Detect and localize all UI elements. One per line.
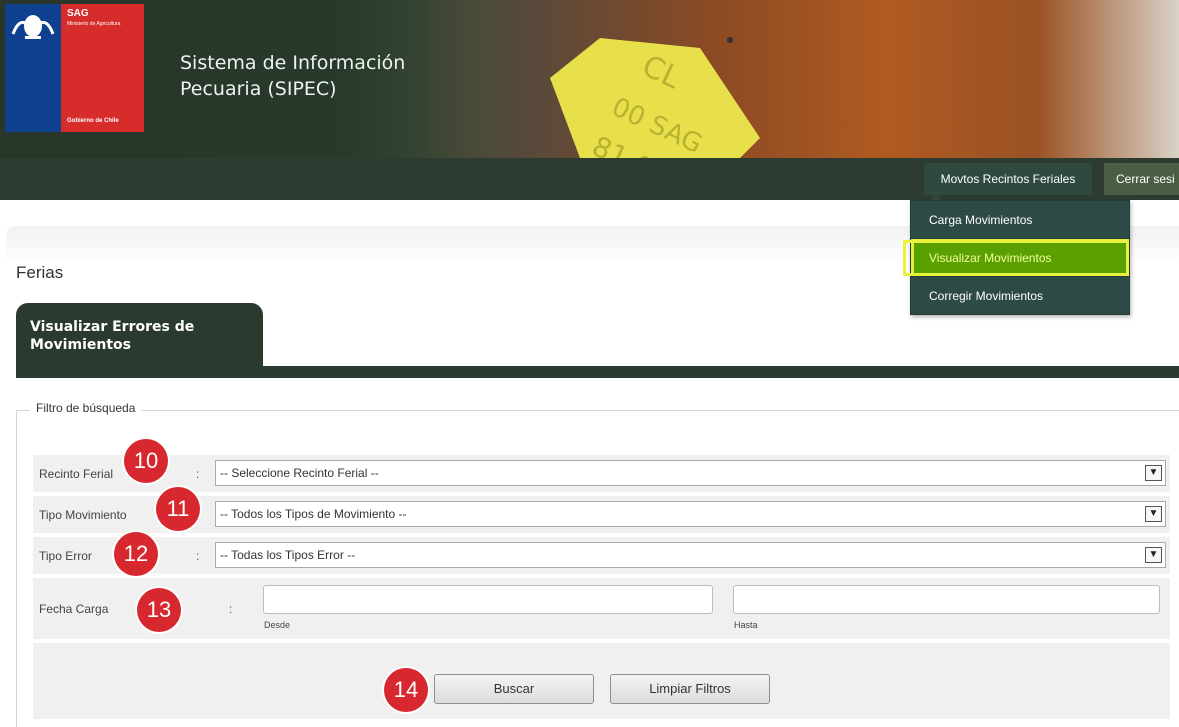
recinto-ferial-value: -- Seleccione Recinto Ferial --	[220, 466, 379, 480]
annotation-badge-11: 11	[156, 487, 200, 531]
filter-buttons-row	[33, 643, 1170, 719]
tab-visualizar-errores[interactable]: Visualizar Errores de Movimientos	[16, 303, 263, 367]
recinto-ferial-colon: :	[196, 467, 200, 481]
tipo-movimiento-value: -- Todos los Tipos de Movimiento --	[220, 507, 407, 521]
coat-of-arms-icon	[11, 15, 55, 39]
tipo-movimiento-select[interactable]: -- Todos los Tipos de Movimiento -- ▼	[215, 501, 1166, 527]
menu-item-carga-movimientos[interactable]: Carga Movimientos	[911, 201, 1129, 239]
header-banner: CL 00 SAG 81 08 SAG Ministerio de Agricu…	[0, 0, 1179, 158]
chevron-down-icon[interactable]: ▼	[1145, 465, 1162, 481]
annotation-badge-10: 10	[124, 439, 168, 483]
fecha-carga-label: Fecha Carga	[39, 602, 109, 616]
tipo-movimiento-label: Tipo Movimiento	[39, 508, 127, 522]
fecha-desde-input[interactable]	[263, 585, 713, 614]
chevron-down-icon[interactable]: ▼	[1145, 547, 1162, 563]
page-title: Ferias	[16, 263, 64, 282]
filter-legend: Filtro de búsqueda	[30, 401, 142, 415]
logo-gov: Gobierno de Chile	[67, 118, 119, 124]
desde-label: Desde	[264, 620, 291, 630]
clear-filters-button[interactable]: Limpiar Filtros	[610, 674, 770, 704]
ear-tag-image: CL 00 SAG 81 08	[550, 37, 760, 158]
sag-logo[interactable]: SAG Ministerio de Agricultura Gobierno d…	[5, 4, 144, 132]
logo-org: SAG	[67, 8, 89, 19]
app-title: Sistema de Información Pecuaria (SIPEC)	[180, 52, 406, 100]
tipo-error-label: Tipo Error	[39, 549, 92, 563]
fecha-hasta-input[interactable]	[733, 585, 1160, 614]
annotation-badge-12: 12	[114, 532, 158, 576]
logout-button[interactable]: Cerrar sesi	[1104, 163, 1179, 195]
annotation-badge-14: 14	[384, 668, 428, 712]
hasta-label: Hasta	[734, 620, 758, 630]
nav-menu-movtos-recintos-feriales[interactable]: Movtos Recintos Feriales	[924, 163, 1092, 195]
recinto-ferial-select[interactable]: -- Seleccione Recinto Ferial -- ▼	[215, 460, 1166, 486]
annotation-badge-13: 13	[137, 588, 181, 632]
search-button[interactable]: Buscar	[434, 674, 594, 704]
menu-item-corregir-movimientos[interactable]: Corregir Movimientos	[911, 277, 1129, 315]
tipo-error-colon: :	[196, 549, 200, 563]
nav-dropdown-menu: Carga Movimientos Visualizar Movimientos…	[910, 200, 1130, 315]
recinto-ferial-label: Recinto Ferial	[39, 467, 114, 481]
tipo-error-select[interactable]: -- Todas los Tipos Error -- ▼	[215, 542, 1166, 568]
tab-bar	[16, 366, 1179, 378]
chevron-down-icon[interactable]: ▼	[1145, 506, 1162, 522]
tipo-error-value: -- Todas los Tipos Error --	[220, 548, 356, 562]
fecha-carga-colon: :	[229, 602, 233, 616]
logo-ministry: Ministerio de Agricultura	[67, 21, 121, 27]
menu-item-visualizar-movimientos[interactable]: Visualizar Movimientos	[911, 239, 1129, 277]
page: CL 00 SAG 81 08 SAG Ministerio de Agricu…	[0, 0, 1179, 727]
